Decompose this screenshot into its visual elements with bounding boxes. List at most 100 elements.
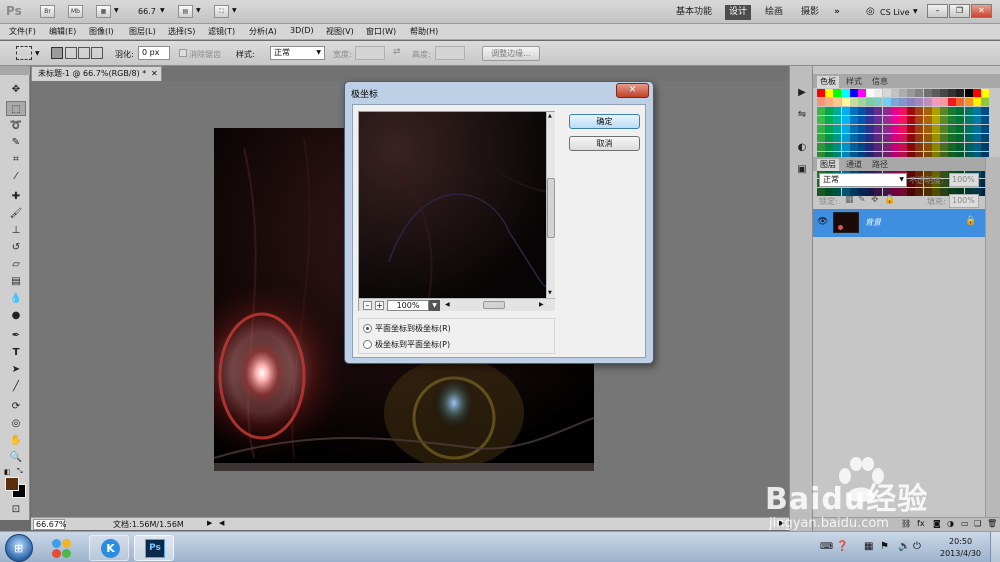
bridge-button[interactable]: Br xyxy=(40,5,55,18)
eyedropper-tool-icon[interactable]: ⁄ xyxy=(6,169,26,184)
chevron-down-icon[interactable]: ▼ xyxy=(232,7,237,14)
color-swatch[interactable] xyxy=(981,125,989,133)
color-swatch[interactable] xyxy=(948,98,957,106)
swap-colors-icon[interactable]: ⤡ xyxy=(17,467,23,476)
dialog-close-button[interactable]: ✕ xyxy=(616,83,649,98)
color-swatch[interactable] xyxy=(849,107,858,115)
rect-to-polar-radio[interactable] xyxy=(363,324,372,333)
color-swatch[interactable] xyxy=(874,89,883,97)
color-swatch[interactable] xyxy=(899,143,907,151)
color-swatch[interactable] xyxy=(940,143,948,151)
stamp-tool-icon[interactable]: ⊥ xyxy=(6,223,26,238)
color-swatch[interactable] xyxy=(833,134,842,142)
color-swatch[interactable] xyxy=(931,125,940,133)
color-swatch[interactable] xyxy=(940,134,948,142)
color-swatch[interactable] xyxy=(817,89,825,97)
scroll-left-icon[interactable]: ◀ xyxy=(219,519,224,527)
lock-transparent-icon[interactable]: ▦ xyxy=(845,195,854,205)
color-swatch[interactable] xyxy=(923,98,932,106)
path-select-tool-icon[interactable]: ➤ xyxy=(6,362,26,377)
menu-view[interactable]: 视图(V) xyxy=(326,26,354,37)
foreground-color-swatch[interactable] xyxy=(5,477,19,491)
color-swatch[interactable] xyxy=(931,134,940,142)
tray-help-icon[interactable]: ❓ xyxy=(836,541,848,552)
menu-filter[interactable]: 滤镜(T) xyxy=(208,26,235,37)
workspace-photography[interactable]: 摄影 xyxy=(797,5,823,20)
clock-time[interactable]: 20:50 xyxy=(949,537,972,546)
subtract-selection-icon[interactable] xyxy=(78,47,90,59)
minibridge-button[interactable]: Mb xyxy=(68,5,83,18)
color-swatch[interactable] xyxy=(882,98,891,106)
eye-icon[interactable]: 👁 xyxy=(817,217,828,227)
color-swatch[interactable] xyxy=(825,89,834,97)
show-desktop-button[interactable] xyxy=(990,532,1000,562)
color-swatch[interactable] xyxy=(825,107,834,115)
color-swatch[interactable] xyxy=(948,107,957,115)
color-swatch[interactable] xyxy=(817,134,825,142)
restore-button[interactable]: ❐ xyxy=(949,4,970,18)
color-swatch[interactable] xyxy=(972,116,981,124)
color-swatch[interactable] xyxy=(940,116,948,124)
close-tab-icon[interactable]: ✕ xyxy=(151,67,158,81)
color-swatch[interactable] xyxy=(964,125,973,133)
blend-mode-select[interactable]: 正常 ▼ xyxy=(819,173,907,187)
color-swatch[interactable] xyxy=(923,143,932,151)
color-swatch[interactable] xyxy=(866,116,875,124)
minimize-button[interactable]: – xyxy=(927,4,948,18)
eraser-tool-icon[interactable]: ▱ xyxy=(6,257,26,272)
color-swatch[interactable] xyxy=(940,98,948,106)
chevron-down-icon[interactable]: ▼ xyxy=(196,7,201,14)
color-swatch[interactable] xyxy=(915,125,924,133)
color-swatch[interactable] xyxy=(882,116,891,124)
color-swatch[interactable] xyxy=(882,107,891,115)
option-rect-to-polar[interactable]: 平面坐标到极坐标(R) xyxy=(361,322,551,335)
color-swatch[interactable] xyxy=(931,188,940,196)
lock-all-icon[interactable]: 🔒 xyxy=(884,195,895,205)
blur-tool-icon[interactable]: 💧 xyxy=(6,291,26,306)
color-swatch[interactable] xyxy=(858,116,866,124)
color-swatch[interactable] xyxy=(874,134,883,142)
color-swatch[interactable] xyxy=(948,116,957,124)
color-swatch[interactable] xyxy=(849,143,858,151)
screen-mode-button[interactable]: ⛶ xyxy=(214,5,229,18)
color-swatch[interactable] xyxy=(931,143,940,151)
color-swatch[interactable] xyxy=(923,116,932,124)
intersect-selection-icon[interactable] xyxy=(91,47,103,59)
color-swatch[interactable] xyxy=(825,98,834,106)
healing-brush-tool-icon[interactable]: ✚ xyxy=(6,189,26,204)
color-swatch[interactable] xyxy=(931,89,940,97)
color-swatch[interactable] xyxy=(841,125,850,133)
color-swatch[interactable] xyxy=(972,125,981,133)
color-swatch[interactable] xyxy=(956,107,965,115)
color-swatch[interactable] xyxy=(956,98,965,106)
color-swatch[interactable] xyxy=(841,143,850,151)
color-swatch[interactable] xyxy=(866,134,875,142)
lock-position-icon[interactable]: ✥ xyxy=(871,195,879,205)
color-swatch[interactable] xyxy=(931,107,940,115)
move-tool-icon[interactable]: ✥ xyxy=(6,82,26,97)
color-swatch[interactable] xyxy=(899,89,907,97)
color-swatch[interactable] xyxy=(956,134,965,142)
menu-analysis[interactable]: 分析(A) xyxy=(249,26,277,37)
cslive-icon[interactable]: ◎ xyxy=(866,6,875,17)
menu-layer[interactable]: 图层(L) xyxy=(129,26,156,37)
color-swatch[interactable] xyxy=(956,89,965,97)
status-menu-arrow-icon[interactable]: ▶ xyxy=(207,519,212,527)
add-selection-icon[interactable] xyxy=(65,47,77,59)
3d-orbit-tool-icon[interactable]: ◎ xyxy=(6,416,26,431)
color-swatch[interactable] xyxy=(858,107,866,115)
tab-swatches[interactable]: 色板 xyxy=(817,76,839,88)
tray-flag-icon[interactable]: ⚑ xyxy=(880,541,889,552)
default-colors-icon[interactable]: ◧ xyxy=(4,468,11,476)
workspace-design[interactable]: 设计 xyxy=(725,5,752,20)
color-swatch[interactable] xyxy=(907,116,916,124)
marquee-preset-icon[interactable] xyxy=(16,46,32,60)
refine-edge-button[interactable]: 调整边缘... xyxy=(482,46,540,61)
color-swatch[interactable] xyxy=(890,107,899,115)
color-swatch[interactable] xyxy=(964,116,973,124)
lock-image-icon[interactable]: ✎ xyxy=(858,195,866,205)
color-swatch[interactable] xyxy=(833,143,842,151)
scroll-down-icon[interactable]: ▼ xyxy=(548,290,552,296)
color-swatch[interactable] xyxy=(981,98,989,106)
color-swatch[interactable] xyxy=(907,89,916,97)
